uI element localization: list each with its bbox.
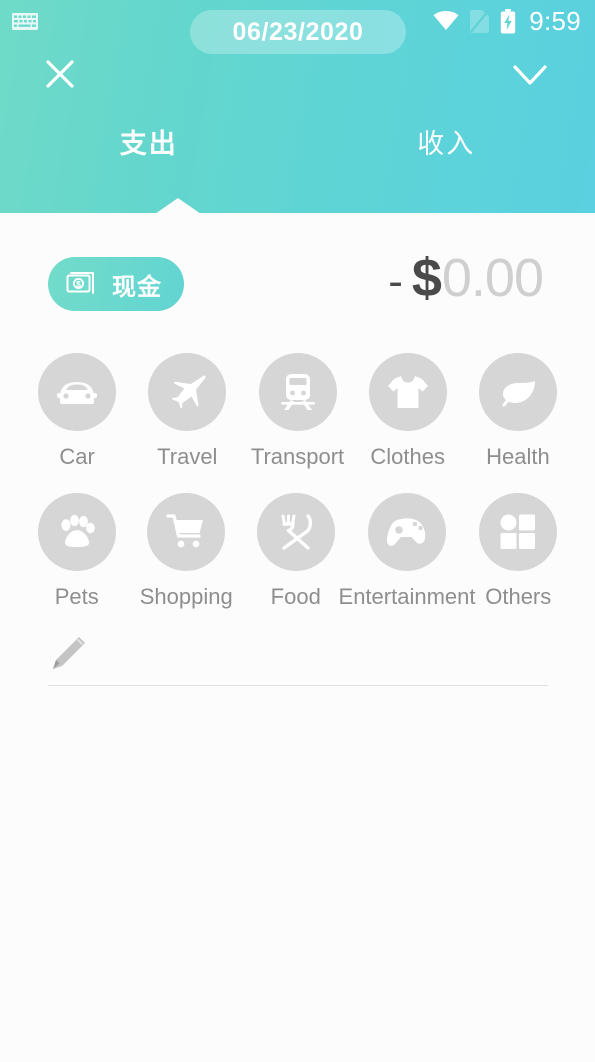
app-header: 9:59 06/23/2020 支出 收入 <box>0 0 595 214</box>
category-clothes-label: Clothes <box>370 444 445 469</box>
tab-income-label: 收入 <box>417 129 476 159</box>
wifi-icon <box>433 11 459 30</box>
cash-note-icon: $ <box>66 272 94 294</box>
svg-text:$: $ <box>76 279 81 289</box>
game-controller-icon <box>386 518 426 546</box>
category-health[interactable]: Health <box>463 353 573 470</box>
category-grid: Car Travel Transport Clothes Health Pets… <box>0 353 595 610</box>
category-others[interactable]: Others <box>464 493 574 610</box>
tab-expense[interactable]: 支出 <box>0 122 298 172</box>
paw-icon <box>61 514 95 547</box>
confirm-button[interactable] <box>507 51 553 97</box>
type-tabs: 支出 收入 <box>0 122 595 172</box>
category-food-circle <box>256 493 335 571</box>
status-bar-right: 9:59 <box>433 8 581 34</box>
category-shopping-circle <box>147 493 226 571</box>
airplane-icon <box>172 375 206 409</box>
amount-value: 0.00 <box>441 248 544 308</box>
leaf-icon <box>502 381 535 407</box>
category-car[interactable]: Car <box>22 353 132 470</box>
category-transport-circle <box>258 353 337 431</box>
header-actions <box>0 48 595 110</box>
check-icon <box>513 65 547 85</box>
train-icon <box>280 374 315 410</box>
category-pets[interactable]: Pets <box>22 493 132 610</box>
account-selector[interactable]: $ 现金 <box>48 257 184 311</box>
account-label: 现金 <box>112 273 162 301</box>
category-car-circle <box>38 353 117 431</box>
category-pets-label: Pets <box>54 584 99 609</box>
active-tab-indicator <box>155 198 201 214</box>
category-clothes-circle <box>368 353 447 431</box>
entry-form: $ 现金 - $ 0.00 Car Travel Transport Cloth… <box>0 213 595 1062</box>
category-pets-circle <box>37 493 116 571</box>
category-clothes[interactable]: Clothes <box>353 353 463 470</box>
note-row <box>48 626 548 688</box>
tab-expense-label: 支出 <box>119 129 178 159</box>
category-transport-label: Transport <box>250 444 345 469</box>
category-food[interactable]: Food <box>241 493 351 610</box>
note-input[interactable] <box>48 626 548 686</box>
category-car-label: Car <box>59 444 95 469</box>
category-shopping[interactable]: Shopping <box>132 493 242 610</box>
amount-currency: $ <box>411 248 442 308</box>
status-bar-clock: 9:59 <box>529 6 581 36</box>
category-transport[interactable]: Transport <box>242 353 352 470</box>
category-entertainment-label: Entertainment <box>338 584 476 609</box>
keyboard-icon <box>12 12 38 30</box>
shopping-cart-icon <box>166 514 204 548</box>
tshirt-icon <box>387 376 428 408</box>
tab-income[interactable]: 收入 <box>298 122 595 172</box>
status-bar-left <box>12 12 38 30</box>
category-others-label: Others <box>485 584 552 609</box>
category-food-label: Food <box>270 584 321 609</box>
close-button[interactable] <box>37 51 83 97</box>
category-travel-label: Travel <box>157 444 218 469</box>
category-shopping-label: Shopping <box>139 584 233 609</box>
category-row-1: Car Travel Transport Clothes Health <box>0 353 595 470</box>
amount-row: $ 现金 - $ 0.00 <box>0 251 595 327</box>
category-entertainment-circle <box>368 493 446 571</box>
sim-card-icon <box>470 9 490 33</box>
category-health-circle <box>478 353 557 431</box>
close-icon <box>46 60 74 88</box>
car-icon <box>57 382 98 404</box>
category-row-2: Pets Shopping Food Entertainment Others <box>0 493 595 610</box>
battery-charging-icon <box>500 8 516 33</box>
category-travel[interactable]: Travel <box>132 353 242 470</box>
amount-sign: - <box>388 257 403 306</box>
category-travel-circle <box>148 353 227 431</box>
category-others-circle <box>479 493 558 571</box>
date-selector[interactable]: 06/23/2020 <box>190 10 406 54</box>
grid-icon <box>500 514 536 549</box>
amount-display[interactable]: - $ 0.00 <box>388 248 544 308</box>
date-value: 06/23/2020 <box>232 17 364 46</box>
category-entertainment[interactable]: Entertainment <box>339 493 475 610</box>
category-health-label: Health <box>486 444 550 469</box>
fork-knife-icon <box>281 514 312 550</box>
